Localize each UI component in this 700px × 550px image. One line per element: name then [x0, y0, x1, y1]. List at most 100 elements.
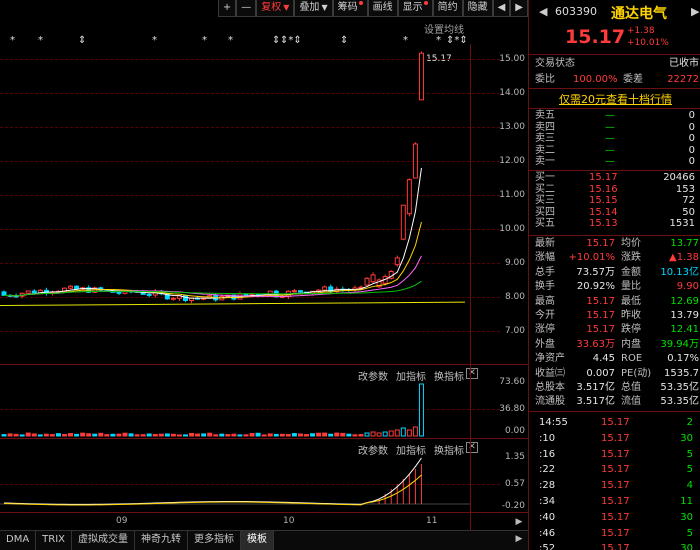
volume-bar	[170, 433, 176, 437]
stat-row: 最新 15.17 均价 13.77	[535, 237, 699, 250]
volume-bar	[291, 433, 297, 437]
tick-price: 15.17	[601, 543, 630, 550]
volume-bar	[237, 434, 243, 437]
buy-level-price: 15.15	[589, 195, 618, 206]
stat-value: 39.94万	[660, 338, 699, 350]
stat-value: 10.13亿	[660, 266, 699, 278]
level2-promo-link[interactable]: 仅需20元查看十档行情	[559, 91, 672, 107]
kline-chart-area[interactable]: + — 复权 ▼ 叠加 ▼ 筹码 画线 显示 简约 隐藏 ◀ ▶ 设置均线 * * …	[0, 0, 528, 550]
macd-lines	[0, 457, 470, 506]
buy-level-row: 买二 15.16 153	[535, 184, 699, 196]
volume-bar	[273, 433, 279, 437]
divider	[529, 88, 700, 89]
divider	[529, 235, 700, 236]
candle-body	[74, 285, 80, 290]
stat-value: 33.63万	[576, 338, 615, 350]
volume-bar	[164, 433, 170, 437]
volume-bar	[189, 433, 195, 437]
tick-row: :10 15.17 30	[535, 432, 699, 445]
candle-body	[68, 285, 74, 289]
change-percent: +10.01%	[627, 38, 669, 48]
tab-trix[interactable]: TRIX	[36, 531, 73, 550]
tab-template[interactable]: 模板	[241, 531, 275, 550]
volume-bar	[364, 432, 370, 437]
volume-bar	[13, 433, 19, 437]
candle-body	[170, 297, 176, 300]
stat-value: 15.17	[586, 310, 615, 321]
tab-virtual-volume[interactable]: 虚拟成交量	[72, 531, 136, 550]
sell-level-row: 卖二 — 0	[535, 145, 699, 157]
volume-bar	[310, 433, 316, 437]
stat-value: +10.01%	[568, 252, 615, 264]
change-amount: +1.38	[627, 26, 655, 36]
volume-bar	[207, 432, 213, 437]
stock-code: 603390	[555, 5, 597, 18]
moving-averages	[0, 167, 466, 306]
stat-value: 0.007	[586, 367, 615, 379]
volume-bar	[394, 429, 400, 437]
sell-level-row: 卖一 — 0	[535, 156, 699, 168]
sell-level-volume: 0	[688, 144, 695, 156]
prev-stock-icon[interactable]: ◀	[539, 5, 547, 18]
volume-bar	[225, 434, 231, 437]
stat-value: 53.35亿	[660, 396, 699, 408]
volume-bar	[358, 434, 364, 437]
sell-level-label: 卖五	[535, 110, 555, 121]
candles	[1, 51, 424, 304]
scroll-right-icon[interactable]: ▶	[514, 533, 524, 545]
tick-time: :34	[539, 496, 556, 507]
divider	[529, 108, 700, 109]
volume-bar	[388, 430, 394, 437]
stock-name: 通达电气	[611, 6, 667, 22]
candle-body	[400, 204, 406, 240]
sell-level-row: 卖五 — 0	[535, 110, 699, 122]
scroll-right-icon[interactable]: ▶	[514, 516, 524, 528]
volume-bar	[104, 434, 110, 437]
tab-more-indicators[interactable]: 更多指标	[188, 531, 242, 550]
candlestick-chart[interactable]	[0, 0, 528, 530]
volume-bar	[146, 433, 152, 437]
volume-bar	[55, 433, 61, 437]
volume-bar	[249, 433, 255, 437]
volume-bar	[98, 432, 104, 437]
volume-bar	[243, 434, 249, 437]
buy-level-price: 15.13	[589, 218, 618, 229]
ma-line	[0, 301, 466, 306]
stat-label: 净资产	[535, 353, 565, 365]
buy-level-volume: 50	[682, 206, 695, 218]
tab-dma[interactable]: DMA	[0, 531, 37, 550]
tick-time: :52	[539, 543, 556, 550]
tick-row: :34 15.17 11	[535, 495, 699, 508]
tick-row: :16 15.17 5	[535, 448, 699, 461]
volume-bar	[267, 433, 273, 437]
tick-price: 15.17	[601, 432, 630, 444]
stat-value: 15.17	[586, 238, 615, 249]
volume-bar	[122, 432, 128, 437]
stat-value: 1535.7	[664, 367, 699, 379]
stat-value: 53.35亿	[660, 382, 699, 393]
volume-bar	[116, 433, 122, 437]
candle-body	[116, 291, 122, 294]
stat-value: ▲1.38	[669, 252, 699, 264]
volume-bar	[231, 433, 237, 437]
divider	[529, 54, 700, 55]
stat-row: 外盘 33.63万 内盘 39.94万	[535, 338, 699, 351]
stat-value: 73.57万	[576, 266, 615, 278]
stat-label: 最新	[535, 238, 555, 249]
volume-bar	[128, 433, 134, 437]
volume-bar	[86, 433, 92, 437]
volume-bar	[176, 434, 182, 437]
next-stock-icon[interactable]: ▶	[691, 5, 699, 18]
tick-volume: 30	[680, 511, 693, 523]
stat-row: 收益㈢ 0.007 PE(动) 1535.7	[535, 367, 699, 380]
candle-body	[31, 290, 37, 294]
candle-body	[146, 293, 152, 296]
stat-row: 涨幅 +10.01% 涨跌 ▲1.38	[535, 251, 699, 264]
tick-price: 15.17	[601, 480, 630, 492]
sell-level-row: 卖三 — 0	[535, 133, 699, 145]
tab-magic-nine[interactable]: 神奇九转	[135, 531, 189, 550]
stat-value: 13.79	[670, 310, 699, 321]
volume-bar	[370, 431, 376, 437]
macd-dea-line	[3, 474, 422, 506]
buy-level-label: 买四	[535, 206, 555, 218]
